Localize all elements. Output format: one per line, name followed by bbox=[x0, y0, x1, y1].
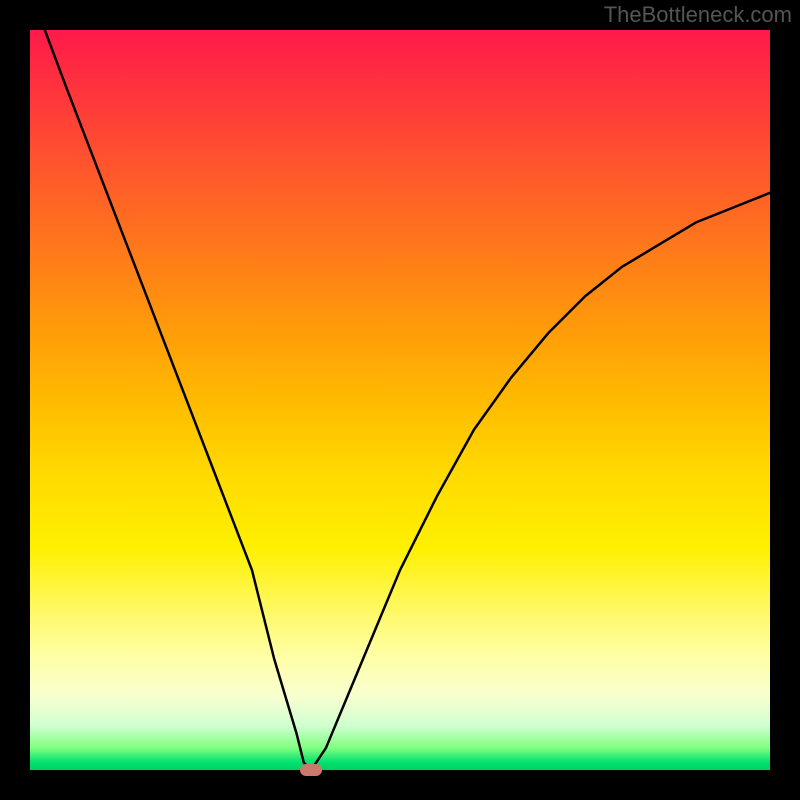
chart-svg bbox=[30, 30, 770, 770]
bottleneck-curve bbox=[45, 30, 770, 770]
watermark-text: TheBottleneck.com bbox=[604, 2, 792, 28]
optimal-point-marker bbox=[300, 764, 322, 776]
